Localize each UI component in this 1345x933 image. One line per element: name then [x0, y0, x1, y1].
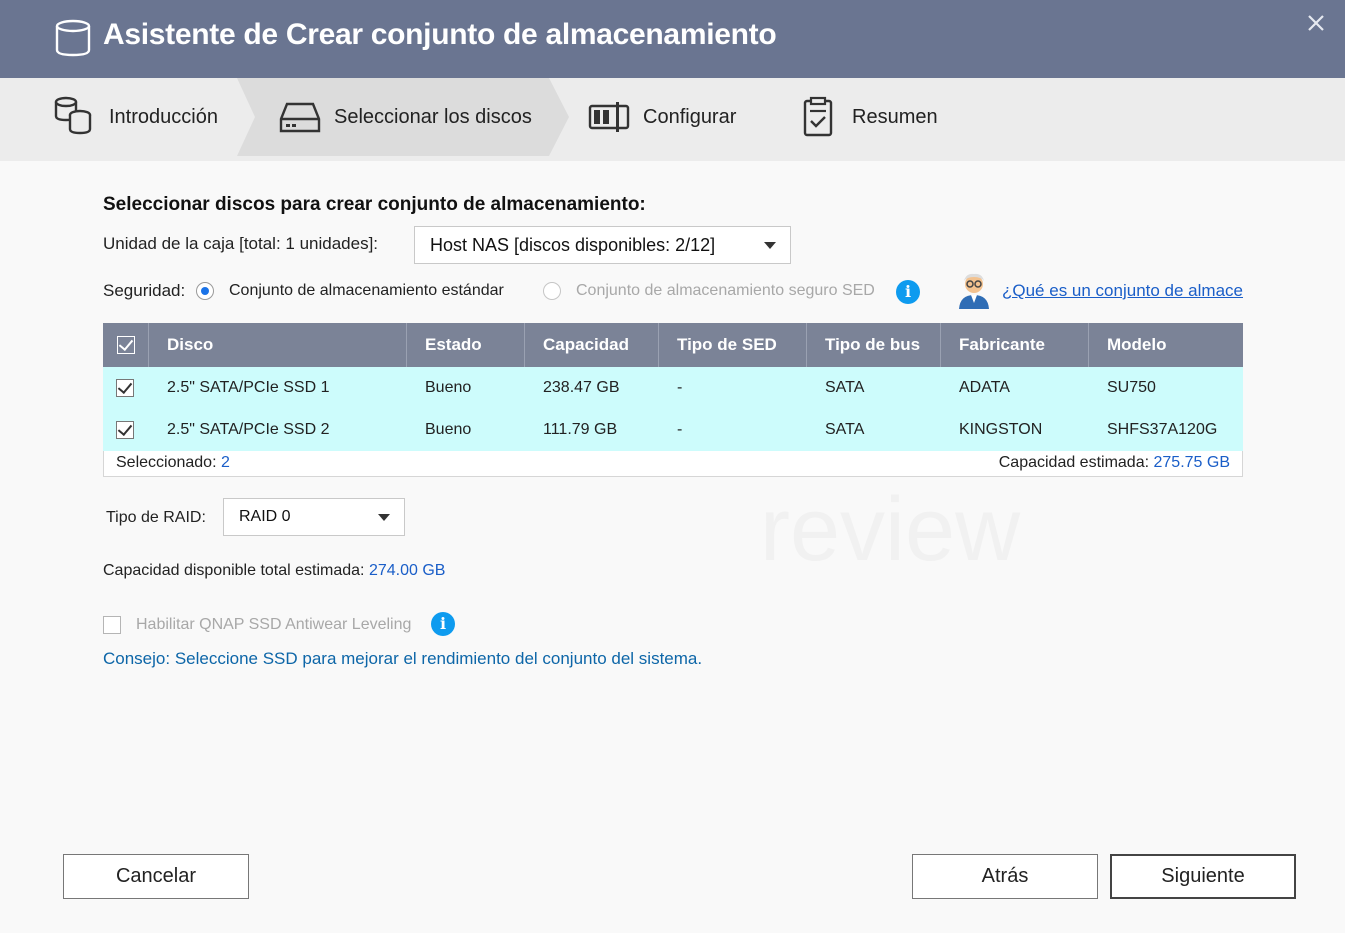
wizard-content: PROFESIONAL review Seleccionar discos pa…: [0, 161, 1345, 933]
select-all-checkbox[interactable]: [117, 336, 135, 354]
column-header[interactable]: Estado: [407, 323, 525, 367]
raid-label: Tipo de RAID:: [106, 509, 206, 526]
select-all-cell: [103, 323, 149, 367]
cancel-button[interactable]: Cancelar: [63, 854, 249, 899]
column-header[interactable]: Capacidad: [525, 323, 659, 367]
step-label: Introducción: [109, 105, 218, 128]
next-button[interactable]: Siguiente: [1110, 854, 1296, 899]
table-cell: Bueno: [425, 379, 472, 396]
table-cell: 2.5" SATA/PCIe SSD 2: [167, 421, 330, 438]
raid-select[interactable]: RAID 0: [223, 498, 405, 536]
info-icon[interactable]: i: [896, 280, 920, 304]
selected-summary: Seleccionado: 2: [116, 454, 230, 472]
antiwear-label: Habilitar QNAP SSD Antiwear Leveling: [136, 616, 412, 633]
security-sed-radio: [543, 282, 561, 300]
column-header[interactable]: Tipo de SED: [659, 323, 807, 367]
table-cell: SU750: [1107, 379, 1156, 396]
raid-value: RAID 0: [239, 508, 291, 525]
table-cell: 238.47 GB: [543, 379, 620, 396]
antiwear-checkbox: [103, 616, 121, 634]
close-icon[interactable]: [1303, 10, 1329, 36]
step-introduction: Introducción: [53, 78, 218, 156]
step-configure: Configurar: [587, 78, 736, 156]
sed-help-link[interactable]: ¿Qué es un conjunto de almacenamiento SE…: [1002, 281, 1243, 301]
table-footer: Seleccionado: 2 Capacidad estimada: 275.…: [103, 451, 1243, 477]
security-standard-label[interactable]: Conjunto de almacenamiento estándar: [229, 282, 504, 300]
enclosure-value: Host NAS [discos disponibles: 2/12]: [430, 234, 716, 255]
table-cell: 2.5" SATA/PCIe SSD 1: [167, 379, 330, 396]
step-label: Resumen: [852, 105, 938, 128]
selected-count: 2: [220, 454, 230, 471]
total-capacity: Capacidad disponible total estimada: 274…: [103, 562, 445, 580]
clipboard-icon: [803, 96, 833, 137]
table-header: Disco Estado Capacidad Tipo de SED Tipo …: [103, 323, 1243, 367]
window-title: Asistente de Crear conjunto de almacenam…: [103, 18, 777, 51]
total-capacity-label: Capacidad disponible total estimada:: [103, 562, 365, 579]
table-cell: KINGSTON: [959, 421, 1043, 438]
table-body: 2.5" SATA/PCIe SSD 1 Bueno 238.47 GB - S…: [103, 367, 1243, 451]
capacity-label: Capacidad estimada:: [998, 454, 1150, 471]
step-label: Seleccionar los discos: [334, 105, 532, 128]
row-checkbox[interactable]: [116, 379, 134, 397]
table-cell: Bueno: [425, 421, 472, 438]
table-cell: 111.79 GB: [543, 421, 618, 438]
table-cell: -: [677, 379, 683, 396]
table-cell: SATA: [825, 379, 865, 396]
storage-pool-icon: [55, 19, 91, 57]
total-capacity-value: 274.00 GB: [368, 562, 446, 579]
row-checkbox-cell: [103, 367, 149, 409]
table-cell: SATA: [825, 421, 865, 438]
capacity-summary: Capacidad estimada: 275.75 GB: [999, 454, 1230, 472]
security-sed-label: Conjunto de almacenamiento seguro SED: [576, 282, 875, 299]
tip-text: Consejo: Seleccione SSD para mejorar el …: [103, 649, 703, 668]
title-bar: Asistente de Crear conjunto de almacenam…: [0, 0, 1345, 78]
chevron-down-icon: [378, 514, 390, 521]
wizard-steps: Introducción Seleccionar los discos Conf…: [0, 78, 1345, 161]
section-heading: Seleccionar discos para crear conjunto d…: [103, 194, 646, 215]
step-summary: Resumen: [796, 78, 938, 156]
table-cell: SHFS37A120G: [1107, 421, 1218, 438]
chevron-down-icon: [764, 242, 776, 249]
row-checkbox[interactable]: [116, 421, 134, 439]
selected-label: Seleccionado:: [116, 454, 217, 471]
help-assistant-icon: [959, 273, 989, 309]
capacity-value: 275.75 GB: [1153, 454, 1231, 471]
column-header[interactable]: Disco: [149, 323, 407, 367]
column-header[interactable]: Modelo: [1089, 323, 1243, 367]
drive-icon: [279, 102, 321, 133]
enclosure-select[interactable]: Host NAS [discos disponibles: 2/12]: [414, 226, 791, 264]
config-icon: [588, 102, 630, 132]
watermark-decoration-review: review: [760, 480, 1021, 580]
enclosure-label: Unidad de la caja [total: 1 unidades]:: [103, 234, 379, 253]
disks-icon: [54, 96, 92, 135]
row-checkbox-cell: [103, 409, 149, 451]
step-label: Configurar: [643, 105, 737, 128]
step-select-disks: Seleccionar los discos: [278, 78, 532, 156]
column-header[interactable]: Tipo de bus: [807, 323, 941, 367]
column-header[interactable]: Fabricante: [941, 323, 1089, 367]
info-icon[interactable]: i: [431, 612, 455, 636]
table-cell: -: [677, 421, 683, 438]
back-button[interactable]: Atrás: [912, 854, 1098, 899]
table-cell: ADATA: [959, 379, 1010, 396]
security-standard-radio[interactable]: [196, 282, 214, 300]
disk-table: Disco Estado Capacidad Tipo de SED Tipo …: [103, 323, 1243, 477]
security-label: Seguridad:: [103, 281, 186, 300]
table-row[interactable]: 2.5" SATA/PCIe SSD 2 Bueno 111.79 GB - S…: [103, 409, 1243, 451]
table-row[interactable]: 2.5" SATA/PCIe SSD 1 Bueno 238.47 GB - S…: [103, 367, 1243, 409]
